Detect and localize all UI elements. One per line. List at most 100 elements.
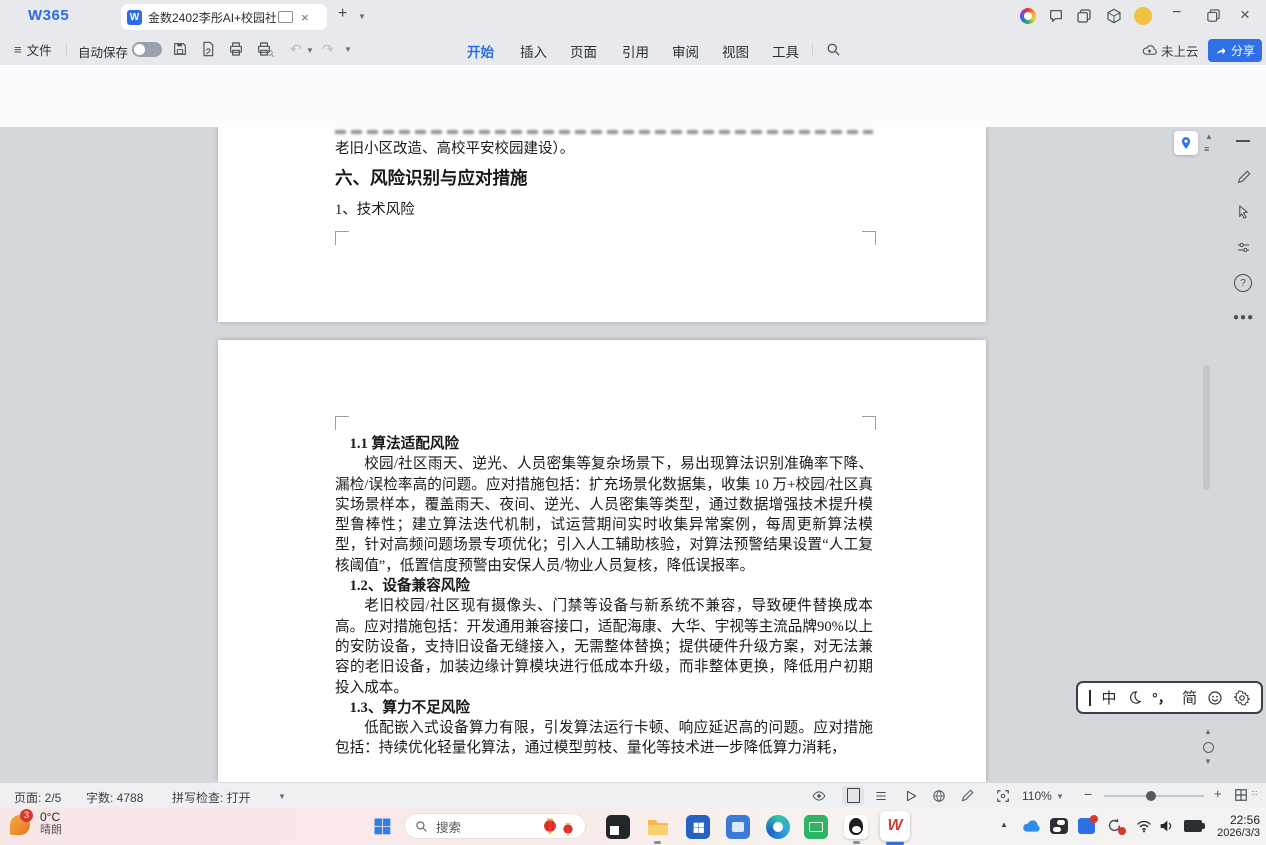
locate-cursor-pin[interactable] (1174, 131, 1198, 155)
tab-insert[interactable]: 插入 (520, 41, 547, 61)
tab-list-chevron-icon[interactable]: ▼ (358, 13, 366, 21)
zoom-out-button[interactable]: − (1084, 786, 1092, 802)
print-icon[interactable] (228, 41, 244, 57)
tabs-overview-icon[interactable] (1076, 8, 1092, 24)
hide-ribbon-eye-icon[interactable] (812, 789, 826, 803)
undo-icon[interactable]: ↶ (290, 41, 302, 58)
document-tab[interactable]: W 金数2402李彤AI+校园社区 × (121, 4, 327, 30)
zoom-level[interactable]: 110% (1022, 789, 1052, 803)
side-by-side-grid-icon[interactable] (1234, 788, 1248, 802)
feedback-chat-icon[interactable] (1048, 8, 1064, 24)
sync-tray-icon[interactable] (1106, 817, 1123, 834)
tab-tools[interactable]: 工具 (772, 41, 799, 61)
close-button[interactable]: × (1240, 5, 1250, 25)
ai-assistant-icon[interactable] (1020, 8, 1036, 24)
tray-time: 22:56 (1208, 813, 1260, 827)
zoom-in-button[interactable]: + (1214, 786, 1222, 801)
workspace-box-icon[interactable] (1106, 8, 1122, 24)
file-menu[interactable]: ≡ 文件 (14, 40, 52, 59)
zoom-chevron-icon[interactable]: ▼ (1056, 793, 1064, 801)
next-page-icon[interactable]: ▼ (1204, 758, 1212, 766)
share-button[interactable]: 分享 (1208, 39, 1262, 62)
status-bar: 页面: 2/5 字数: 4788 拼写检查: 打开 ▼ 110% ▼ − + ∷ (0, 782, 1266, 808)
ime-fullwidth-moon-icon[interactable] (1127, 690, 1142, 705)
screen-share-icon[interactable] (278, 11, 293, 23)
undo-chevron-icon[interactable]: ▼ (306, 47, 314, 55)
tab-references[interactable]: 引用 (622, 41, 649, 61)
tab-view[interactable]: 视图 (722, 41, 749, 61)
cloud-drive-tray-icon[interactable] (1022, 817, 1041, 836)
weather-widget[interactable]: 3 0°C 晴朗 (8, 810, 62, 837)
save-icon[interactable] (172, 41, 188, 57)
tab-review[interactable]: 审阅 (672, 41, 699, 61)
tray-app-dark-icon[interactable] (1050, 818, 1068, 834)
user-avatar[interactable] (1134, 7, 1152, 25)
microsoft-store-icon[interactable] (686, 815, 710, 839)
taskbar-app-blue[interactable] (726, 815, 750, 839)
edge-browser-icon[interactable] (766, 815, 790, 839)
clipped-text-line (335, 127, 873, 136)
notification-badge: 3 (20, 809, 33, 822)
minimize-button[interactable]: − (1172, 4, 1181, 22)
document-page-2[interactable]: 1.1 算法适配风险 校园/社区雨天、逆光、人员密集等复杂场景下，易出现算法识别… (218, 340, 986, 782)
ime-toolbar[interactable]: 中 °， 简 (1076, 681, 1263, 714)
web-view-icon[interactable] (932, 789, 946, 803)
wifi-icon[interactable] (1136, 818, 1152, 834)
file-explorer-icon[interactable] (646, 815, 670, 839)
select-browse-object-icon[interactable] (1203, 742, 1214, 753)
wps-office-icon[interactable]: W (880, 811, 910, 841)
focus-mode-icon[interactable] (996, 789, 1010, 803)
sidebar-toggle-icon[interactable]: ≡ (1204, 144, 1209, 154)
running-indicator (654, 841, 661, 844)
read-mode-icon[interactable] (904, 789, 918, 803)
vertical-scrollbar[interactable] (1203, 365, 1210, 490)
ime-charset-mode[interactable]: 简 (1182, 687, 1197, 708)
location-pin-icon (1179, 136, 1193, 150)
tab-close-icon[interactable]: × (301, 10, 309, 25)
page-view-icon[interactable] (842, 786, 864, 805)
ime-emoji-icon[interactable] (1207, 690, 1223, 706)
export-pdf-icon[interactable] (200, 41, 216, 57)
ime-punctuation-mode[interactable]: °， (1152, 688, 1172, 708)
edit-pen-icon[interactable] (1236, 170, 1251, 185)
outline-view-icon[interactable] (874, 789, 888, 803)
new-tab-button[interactable]: + (338, 5, 347, 23)
adjust-sliders-icon[interactable] (1236, 240, 1251, 255)
qq-icon[interactable] (844, 815, 868, 839)
ime-language-mode[interactable]: 中 (1101, 687, 1116, 708)
spellcheck-chevron-icon[interactable]: ▼ (278, 793, 286, 801)
word-count[interactable]: 字数: 4788 (86, 789, 143, 806)
tab-title: 金数2402李彤AI+校园社区 (148, 9, 276, 26)
ink-pen-icon[interactable] (960, 789, 974, 803)
battery-pen-icon[interactable] (1184, 820, 1202, 832)
help-icon[interactable]: ? (1234, 274, 1252, 292)
cloud-status[interactable]: 未上云 (1142, 41, 1199, 60)
taskbar-app-green[interactable] (804, 815, 828, 839)
collapse-panel-icon[interactable] (1236, 140, 1250, 142)
tray-expand-chevron-icon[interactable]: ▲ (1000, 821, 1008, 829)
window-titlebar: W365 W 金数2402李彤AI+校园社区 × + ▼ − × (0, 0, 1266, 33)
redo-icon[interactable]: ↷ (322, 41, 334, 58)
ime-caret-icon (1089, 690, 1091, 706)
volume-icon[interactable] (1158, 818, 1174, 834)
tray-app-blue-icon[interactable] (1078, 818, 1095, 834)
restore-button[interactable] (1206, 8, 1221, 23)
fit-page-icon[interactable]: ∷ (1252, 790, 1257, 798)
autosave-toggle[interactable] (132, 42, 162, 57)
ruler-toggle-icon[interactable]: ▲ (1205, 133, 1213, 141)
taskbar-search-box[interactable]: 搜索 (404, 813, 586, 839)
zoom-slider-handle[interactable] (1146, 791, 1156, 801)
start-button[interactable] (372, 816, 392, 836)
quickbar-chevron-icon[interactable]: ▼ (344, 46, 352, 54)
ime-settings-gear-icon[interactable] (1234, 690, 1250, 706)
tab-page[interactable]: 页面 (570, 41, 597, 61)
taskbar-app-dark[interactable] (606, 815, 630, 839)
clock-widget[interactable]: 22:56 2026/3/3 (1208, 813, 1260, 840)
previous-page-icon[interactable]: ▲ (1204, 728, 1212, 736)
spellcheck-status[interactable]: 拼写检查: 打开 (172, 789, 251, 806)
page-indicator[interactable]: 页面: 2/5 (14, 789, 61, 806)
ribbon-search-icon[interactable] (826, 42, 841, 57)
pointer-tool-icon[interactable] (1236, 204, 1251, 219)
more-tools-icon[interactable]: ●●● (1233, 312, 1254, 323)
document-page-1[interactable]: 老旧小区改造、高校平安校园建设）。 六、风险识别与应对措施 1、技术风险 (218, 127, 986, 322)
